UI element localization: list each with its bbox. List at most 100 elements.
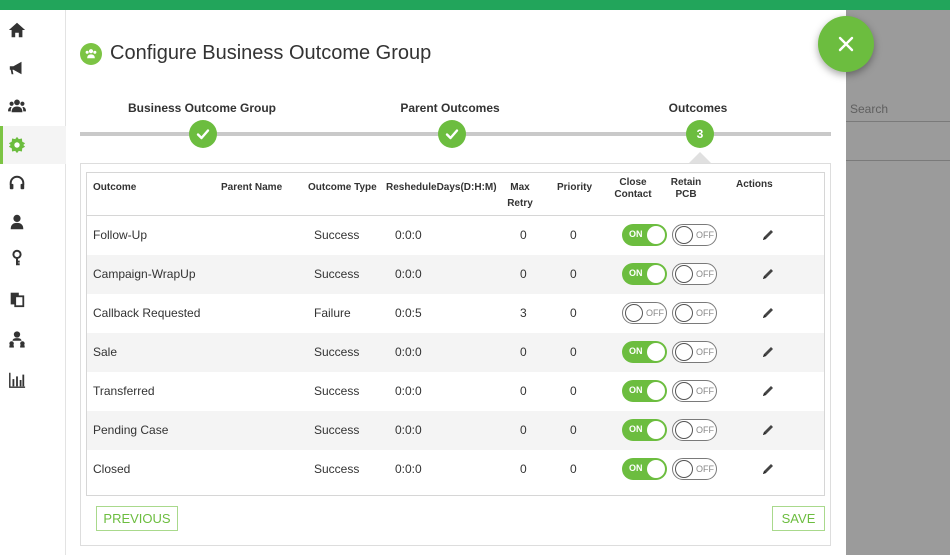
close-contact-toggle[interactable]: ON bbox=[622, 419, 667, 441]
step-2-circle[interactable] bbox=[438, 120, 466, 148]
close-contact-toggle[interactable]: ON bbox=[622, 341, 667, 363]
cell-priority: 0 bbox=[570, 267, 577, 281]
toggle-label: OFF bbox=[696, 308, 714, 318]
table-row: Callback Requested Failure 0:0:5 3 0 OFF OFF bbox=[87, 294, 824, 333]
header-close-contact: Close Contact bbox=[614, 177, 652, 200]
toggle-knob bbox=[675, 226, 693, 244]
table-row: Follow-Up Success 0:0:0 0 0 ON OFF bbox=[87, 216, 824, 255]
table-row: Campaign-WrapUp Success 0:0:0 0 0 ON OFF bbox=[87, 255, 824, 294]
gear-icon bbox=[8, 136, 26, 154]
toggle-label: OFF bbox=[696, 425, 714, 435]
background-search-input[interactable]: Search bbox=[846, 96, 950, 122]
toggle-label: OFF bbox=[696, 269, 714, 279]
cell-max-retry: 0 bbox=[520, 423, 527, 437]
retain-pcb-toggle[interactable]: OFF bbox=[672, 458, 717, 480]
toggle-label: OFF bbox=[696, 347, 714, 357]
cell-max-retry: 0 bbox=[520, 228, 527, 242]
edit-icon[interactable] bbox=[761, 384, 775, 398]
toggle-label: ON bbox=[629, 424, 643, 434]
toggle-knob bbox=[647, 382, 665, 400]
documents-icon bbox=[10, 292, 25, 308]
cell-reschedule: 0:0:0 bbox=[395, 228, 422, 242]
step-1-circle[interactable] bbox=[189, 120, 217, 148]
close-contact-toggle[interactable]: ON bbox=[622, 458, 667, 480]
edit-icon[interactable] bbox=[761, 267, 775, 281]
retain-pcb-toggle[interactable]: OFF bbox=[672, 224, 717, 246]
sidebar-item-reports[interactable] bbox=[0, 361, 66, 399]
header-outcome: Outcome bbox=[93, 182, 137, 193]
save-button[interactable]: SAVE bbox=[772, 506, 825, 531]
cell-reschedule: 0:0:0 bbox=[395, 384, 422, 398]
toggle-knob bbox=[647, 343, 665, 361]
cell-reschedule: 0:0:0 bbox=[395, 462, 422, 476]
toggle-knob bbox=[675, 265, 693, 283]
close-contact-toggle[interactable]: ON bbox=[622, 224, 667, 246]
sidebar-item-documents[interactable] bbox=[0, 280, 66, 318]
sidebar-item-home[interactable] bbox=[0, 11, 66, 49]
sidebar-item-hierarchy[interactable] bbox=[0, 320, 66, 358]
toggle-label: OFF bbox=[696, 386, 714, 396]
sidebar-item-support[interactable] bbox=[0, 164, 66, 202]
background-divider bbox=[846, 160, 950, 161]
cell-outcome: Transferred bbox=[93, 384, 155, 398]
retain-pcb-toggle[interactable]: OFF bbox=[672, 263, 717, 285]
step-1-label: Business Outcome Group bbox=[127, 101, 277, 115]
step-caret bbox=[689, 152, 711, 163]
cell-outcome-type: Success bbox=[314, 384, 360, 398]
step-3-circle[interactable]: 3 bbox=[686, 120, 714, 148]
close-contact-toggle[interactable]: ON bbox=[622, 263, 667, 285]
retain-pcb-toggle[interactable]: OFF bbox=[672, 341, 717, 363]
users-icon bbox=[8, 99, 26, 113]
sidebar-item-users[interactable] bbox=[0, 203, 66, 241]
megaphone-icon bbox=[9, 61, 22, 75]
header-outcome-type: Outcome Type bbox=[308, 182, 377, 193]
cell-reschedule: 0:0:0 bbox=[395, 423, 422, 437]
retain-pcb-toggle[interactable]: OFF bbox=[672, 380, 717, 402]
retain-pcb-toggle[interactable]: OFF bbox=[672, 302, 717, 324]
toggle-label: OFF bbox=[696, 230, 714, 240]
sidebar-item-access[interactable] bbox=[0, 239, 66, 277]
close-contact-toggle[interactable]: OFF bbox=[622, 302, 667, 324]
modal-header: Configure Business Outcome Group bbox=[80, 42, 431, 65]
close-contact-toggle[interactable]: ON bbox=[622, 380, 667, 402]
cell-reschedule: 0:0:5 bbox=[395, 306, 422, 320]
cell-outcome: Pending Case bbox=[93, 423, 169, 437]
header-reschedule: ResheduleDays(D:H:M) bbox=[386, 182, 497, 193]
edit-icon[interactable] bbox=[761, 345, 775, 359]
edit-icon[interactable] bbox=[761, 423, 775, 437]
table-header: Outcome Parent Name Outcome Type Reshedu… bbox=[87, 173, 824, 216]
sidebar-item-settings[interactable] bbox=[0, 126, 66, 164]
toggle-knob bbox=[647, 265, 665, 283]
toggle-knob bbox=[675, 343, 693, 361]
cell-outcome: Campaign-WrapUp bbox=[93, 267, 196, 281]
cell-reschedule: 0:0:0 bbox=[395, 345, 422, 359]
cell-outcome-type: Success bbox=[314, 423, 360, 437]
edit-icon[interactable] bbox=[761, 306, 775, 320]
cell-reschedule: 0:0:0 bbox=[395, 267, 422, 281]
edit-icon[interactable] bbox=[761, 462, 775, 476]
cell-outcome: Follow-Up bbox=[93, 228, 148, 242]
table-row: Closed Success 0:0:0 0 0 ON OFF bbox=[87, 450, 824, 489]
toggle-label: ON bbox=[629, 346, 643, 356]
org-chart-icon bbox=[9, 331, 25, 348]
sidebar-top-strip bbox=[0, 0, 66, 10]
close-modal-button[interactable] bbox=[818, 16, 874, 72]
table-row: Sale Success 0:0:0 0 0 ON OFF bbox=[87, 333, 824, 372]
cell-priority: 0 bbox=[570, 462, 577, 476]
toggle-knob bbox=[675, 382, 693, 400]
outcomes-table: Outcome Parent Name Outcome Type Reshedu… bbox=[86, 172, 825, 496]
edit-icon[interactable] bbox=[761, 228, 775, 242]
top-bar bbox=[0, 0, 950, 10]
sidebar-item-campaigns[interactable] bbox=[0, 49, 66, 87]
toggle-knob bbox=[675, 460, 693, 478]
cell-outcome-type: Failure bbox=[314, 306, 351, 320]
toggle-knob bbox=[647, 226, 665, 244]
retain-pcb-toggle[interactable]: OFF bbox=[672, 419, 717, 441]
key-icon bbox=[12, 249, 22, 266]
sidebar-item-teams[interactable] bbox=[0, 87, 66, 125]
cell-max-retry: 3 bbox=[520, 306, 527, 320]
user-icon bbox=[10, 214, 24, 230]
previous-button[interactable]: PREVIOUS bbox=[96, 506, 178, 531]
toggle-label: ON bbox=[629, 229, 643, 239]
cell-outcome-type: Success bbox=[314, 228, 360, 242]
